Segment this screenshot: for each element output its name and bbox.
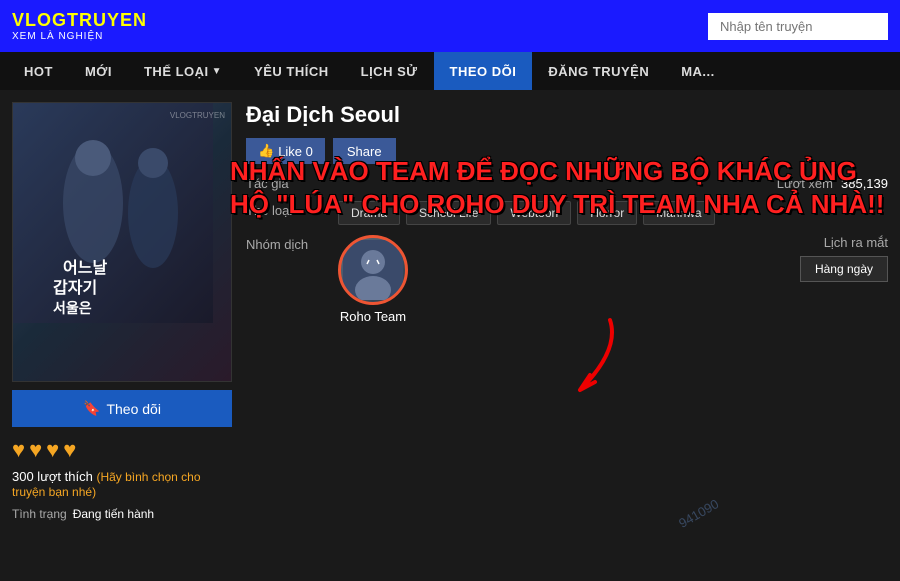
svg-text:어느날: 어느날: [63, 259, 107, 277]
share-label: Share: [347, 144, 382, 159]
heart-1: ♥: [12, 437, 25, 463]
manga-title: Đại Dịch Seoul: [246, 102, 888, 128]
logo-sub: XEM LÀ NGHIỆN: [12, 31, 147, 42]
nav-theo-doi[interactable]: THEO DÕI: [434, 52, 533, 90]
nav-the-loai[interactable]: THỂ LOẠI ▼: [128, 52, 238, 90]
main-content: ROHO TEAM: [0, 90, 900, 533]
thumbs-up-icon: 👍: [258, 143, 274, 159]
team-avatar-image: [343, 240, 403, 300]
views-label: Lượt xem: [777, 176, 833, 191]
status-label: Tình trạng: [12, 507, 67, 521]
status-value: Đang tiến hành: [73, 507, 154, 521]
logo[interactable]: VLOGTRUYEN XEM LÀ NGHIỆN: [12, 10, 147, 42]
bookmark-icon: 🔖: [83, 400, 100, 417]
team-label: Nhóm dịch: [246, 235, 326, 252]
status-row: Tình trạng Đang tiến hành: [12, 507, 232, 521]
team-row: Nhóm dịch: [246, 235, 408, 324]
hearts-rating: ♥ ♥ ♥ ♥: [12, 437, 232, 463]
nav-ma[interactable]: MA...: [665, 52, 731, 90]
tag-horror[interactable]: Horror: [577, 201, 637, 225]
site-header: VLOGTRUYEN XEM LÀ NGHIỆN: [0, 0, 900, 52]
follow-button[interactable]: 🔖 Theo dõi: [12, 390, 232, 427]
team-avatar[interactable]: [338, 235, 408, 305]
cover-illustration: 어느날 갑자기 서울은: [13, 103, 213, 323]
likes-number: 300 lượt thích: [12, 469, 93, 484]
author-stat: Tác giả: [246, 176, 297, 191]
nav-hot[interactable]: HOT: [8, 52, 69, 90]
author-label: Tác giả: [246, 176, 289, 191]
share-button[interactable]: Share: [333, 138, 396, 164]
like-button[interactable]: 👍 Like 0: [246, 138, 325, 164]
schedule-stat: Lịch ra mắt: [824, 235, 888, 250]
svg-text:갑자기: 갑자기: [53, 278, 97, 297]
heart-3: ♥: [46, 437, 59, 463]
genre-tags: Drama School Life Webtoon Horror Manhwa: [338, 201, 715, 225]
heart-4: ♥: [63, 437, 76, 463]
manga-cover: ROHO TEAM: [12, 102, 232, 382]
chevron-down-icon: ▼: [212, 66, 222, 77]
svg-text:서울은: 서울은: [53, 300, 92, 316]
schedule-value-button[interactable]: Hàng ngày: [800, 256, 888, 282]
search-input[interactable]: [708, 13, 888, 40]
follow-label: Theo dõi: [106, 401, 160, 417]
heart-2: ♥: [29, 437, 42, 463]
cover-inner: ROHO TEAM: [13, 103, 231, 381]
team-info: Roho Team: [338, 235, 408, 324]
nav-lich-su[interactable]: LỊCH SỬ: [345, 52, 434, 90]
tag-school-life[interactable]: School Life: [406, 201, 491, 225]
views-stat: Lượt xem 385,139: [777, 176, 888, 191]
nav-dang-truyen[interactable]: ĐĂNG TRUYỆN: [532, 52, 665, 90]
nav-yeu-thich[interactable]: YÊU THÍCH: [238, 52, 345, 90]
stats-row: Tác giả Lượt xem 385,139: [246, 176, 888, 191]
genre-row: Thể loại Drama School Life Webtoon Horro…: [246, 201, 888, 225]
left-panel: ROHO TEAM: [12, 102, 232, 521]
nav-moi[interactable]: MỚI: [69, 52, 128, 90]
schedule-section: Lịch ra mắt Hàng ngày: [800, 235, 888, 282]
team-name: Roho Team: [340, 309, 406, 324]
genre-label: Thể loại: [246, 201, 326, 218]
tag-webtoon[interactable]: Webtoon: [497, 201, 571, 225]
right-panel: Đại Dịch Seoul 👍 Like 0 Share Tác giả Lư…: [246, 102, 888, 521]
main-nav: HOT MỚI THỂ LOẠI ▼ YÊU THÍCH LỊCH SỬ THE…: [0, 52, 900, 90]
team-avatar-svg: [343, 240, 403, 300]
views-value: 385,139: [841, 176, 888, 191]
cover-watermark: VLOGTRUYEN: [170, 111, 225, 120]
like-label: Like 0: [278, 144, 313, 159]
logo-top: VLOGTRUYEN: [12, 10, 147, 31]
likes-count: 300 lượt thích (Hãy bình chọn cho truyện…: [12, 469, 232, 499]
tag-manhwa[interactable]: Manhwa: [643, 201, 714, 225]
schedule-label: Lịch ra mắt: [824, 235, 888, 250]
tag-drama[interactable]: Drama: [338, 201, 400, 225]
social-buttons: 👍 Like 0 Share: [246, 138, 888, 164]
